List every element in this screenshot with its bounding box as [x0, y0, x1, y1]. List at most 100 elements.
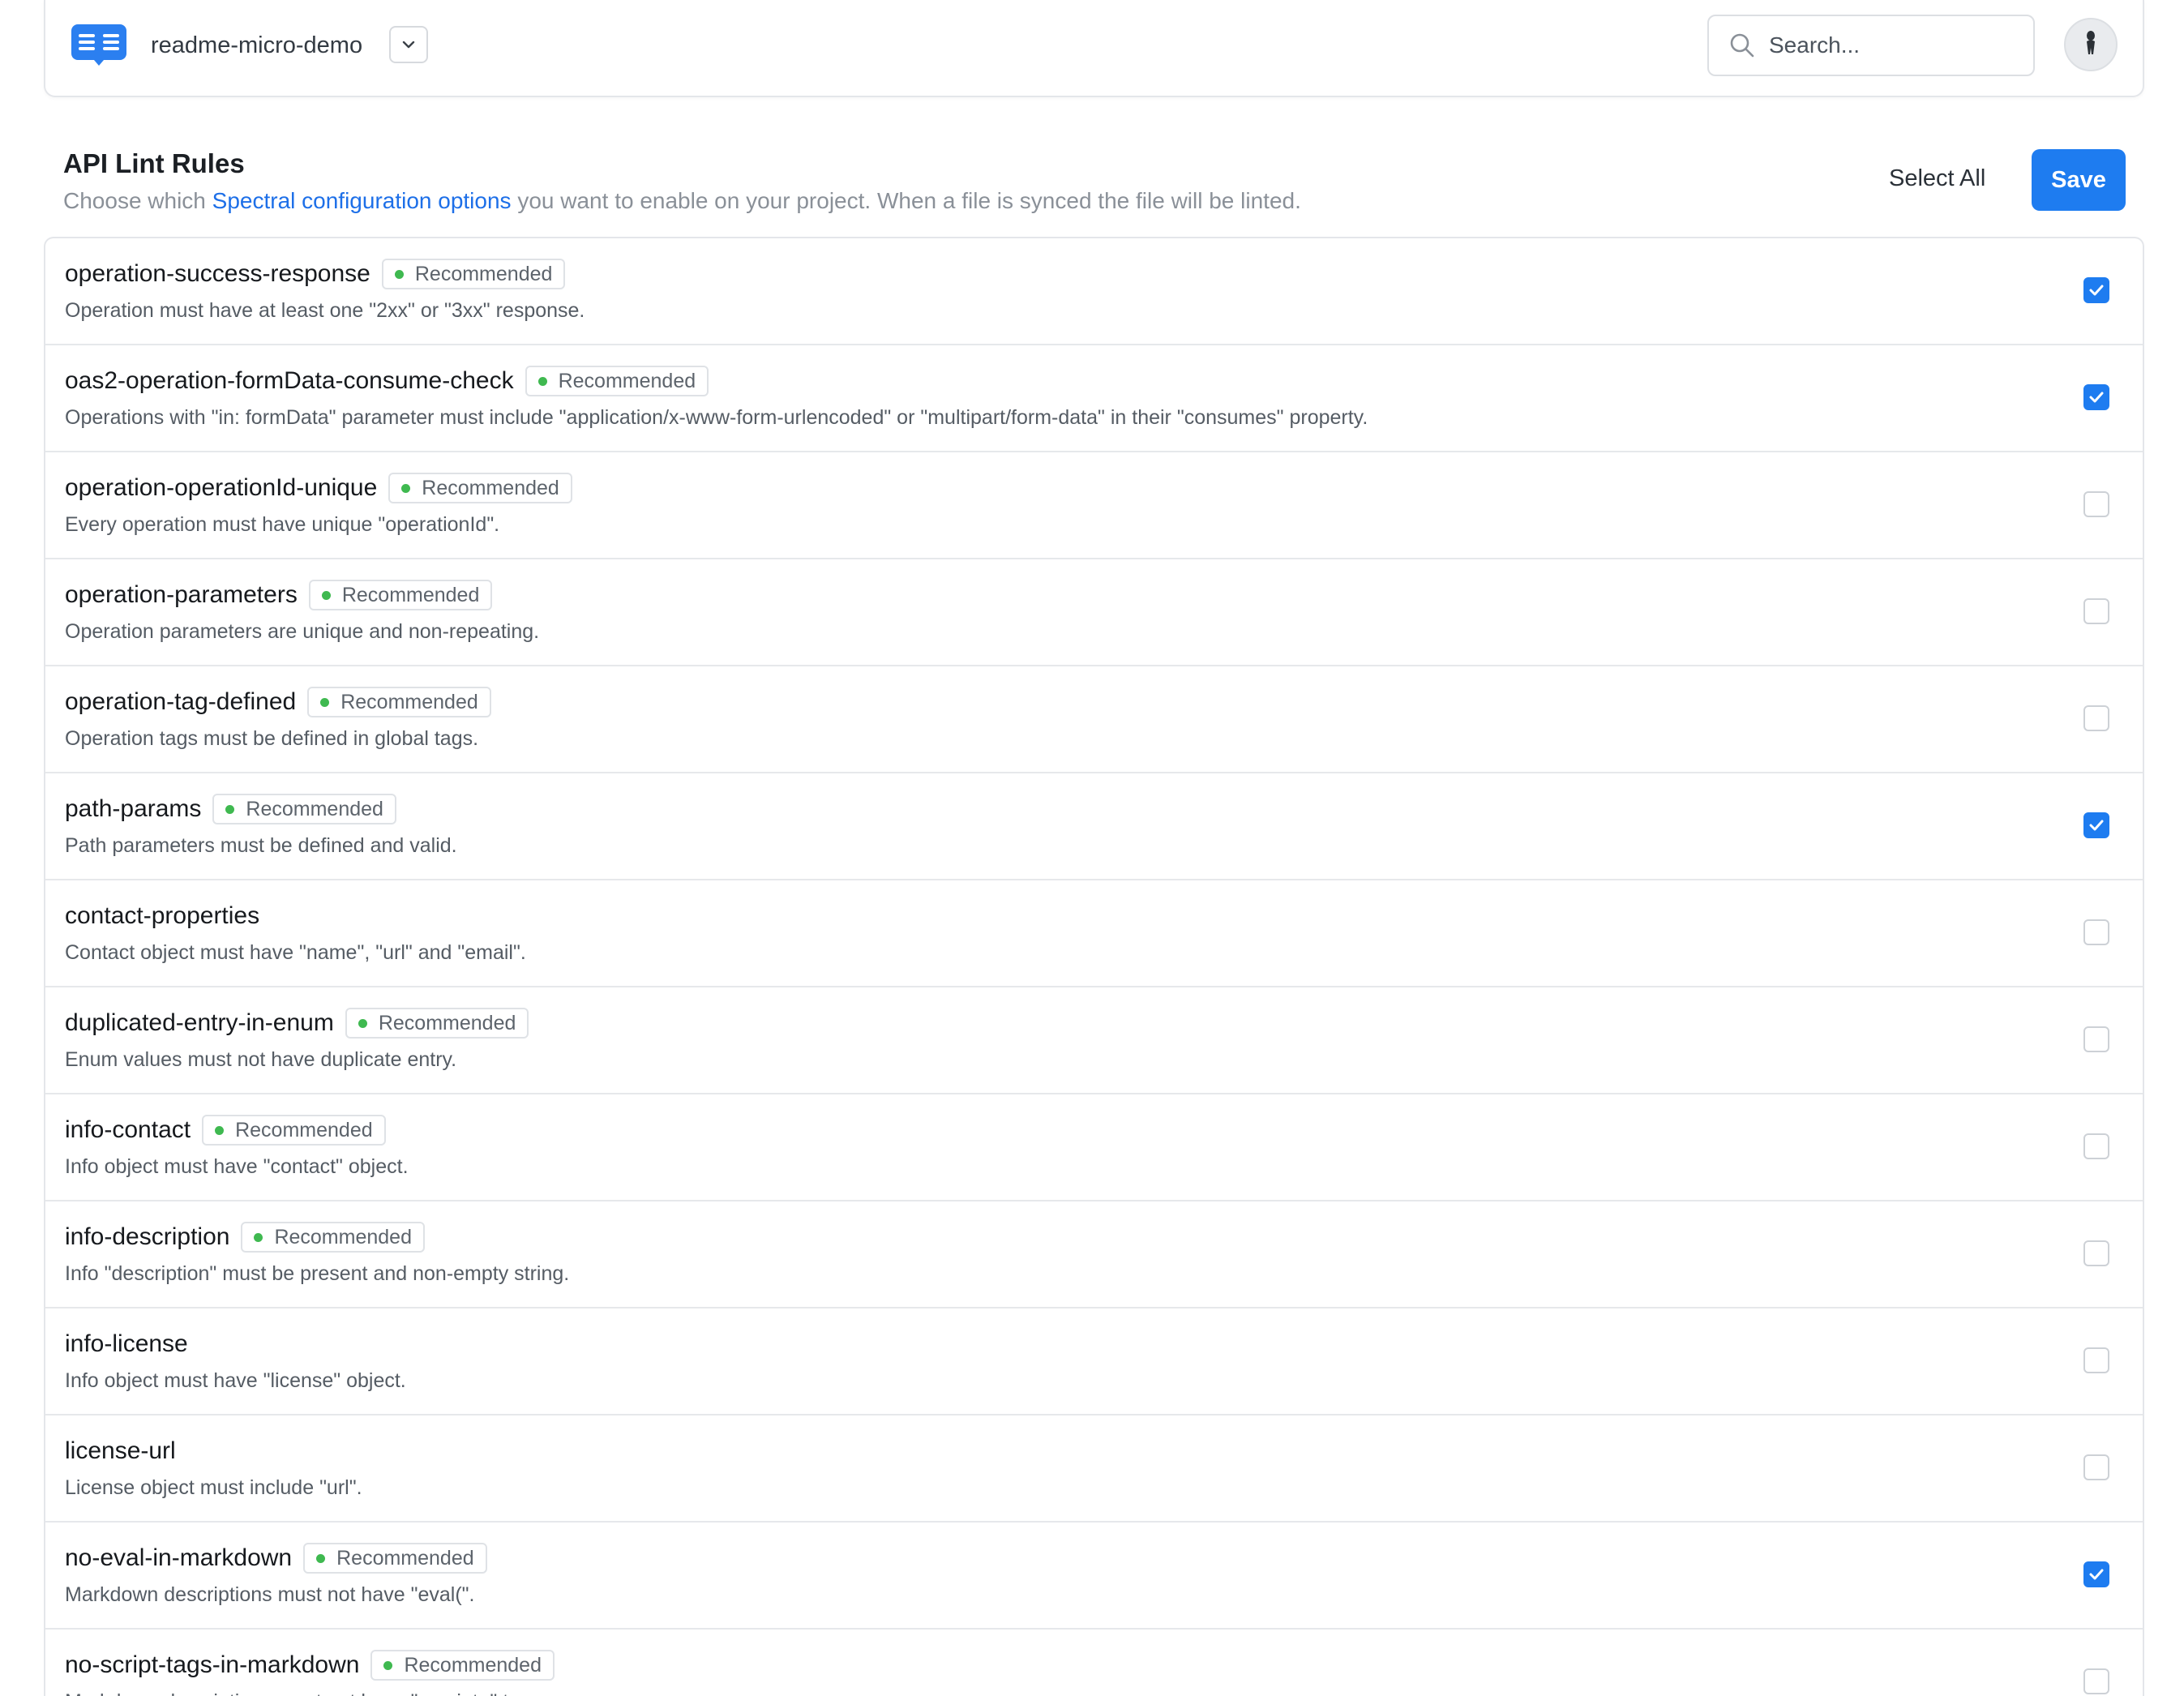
rule-description: Operations with "in: formData" parameter…: [65, 406, 1368, 429]
rule-row: duplicated-entry-in-enum Recommended Enu…: [45, 987, 2143, 1094]
rule-name: operation-success-response: [65, 260, 370, 287]
checkmark-icon: [2089, 1569, 2104, 1580]
rule-header: operation-tag-defined Recommended: [65, 686, 491, 718]
rule-header: license-url: [65, 1435, 176, 1467]
badge-label: Recommended: [404, 1653, 542, 1677]
save-button[interactable]: Save: [2032, 149, 2126, 211]
recommended-badge: Recommended: [307, 687, 491, 717]
user-avatar[interactable]: [2064, 18, 2118, 71]
rule-description: Operation must have at least one "2xx" o…: [65, 299, 585, 322]
rule-header: contact-properties: [65, 900, 259, 932]
top-header: readme-micro-demo: [44, 0, 2144, 97]
status-dot-icon: [394, 269, 404, 279]
rule-checkbox[interactable]: [2083, 1668, 2109, 1694]
rule-description: Every operation must have unique "operat…: [65, 513, 500, 536]
spectral-config-link[interactable]: Spectral configuration options: [212, 188, 512, 213]
rule-checkbox[interactable]: [2083, 598, 2109, 624]
rule-header: duplicated-entry-in-enum Recommended: [65, 1007, 529, 1039]
rule-header: info-license: [65, 1328, 188, 1360]
rule-header: operation-success-response Recommended: [65, 258, 566, 290]
search-box[interactable]: [1707, 15, 2035, 76]
checkmark-icon: [2089, 392, 2104, 403]
rule-checkbox[interactable]: [2083, 1133, 2109, 1159]
rule-checkbox[interactable]: [2083, 384, 2109, 410]
badge-label: Recommended: [235, 1118, 373, 1141]
rule-row: operation-parameters Recommended Operati…: [45, 559, 2143, 666]
recommended-badge: Recommended: [388, 473, 572, 503]
rule-name: info-contact: [65, 1116, 191, 1143]
rule-description: Enum values must not have duplicate entr…: [65, 1048, 457, 1071]
rule-header: oas2-operation-formData-consume-check Re…: [65, 365, 709, 397]
rule-row: no-eval-in-markdown Recommended Markdown…: [45, 1523, 2143, 1630]
rule-header: operation-parameters Recommended: [65, 579, 493, 611]
checkmark-icon: [2089, 285, 2104, 296]
readme-logo-icon[interactable]: [71, 24, 126, 66]
rule-description: License object must include "url".: [65, 1476, 362, 1499]
project-switcher-button[interactable]: [389, 26, 428, 63]
recommended-badge: Recommended: [525, 366, 709, 396]
rule-row: no-script-tags-in-markdown Recommended M…: [45, 1630, 2143, 1696]
rule-checkbox[interactable]: [2083, 1026, 2109, 1052]
project-name[interactable]: readme-micro-demo: [151, 29, 362, 62]
rule-header: info-contact Recommended: [65, 1114, 386, 1146]
description-prefix: Choose which: [63, 188, 212, 213]
rules-list: operation-success-response Recommended O…: [44, 237, 2144, 1696]
badge-label: Recommended: [274, 1225, 412, 1248]
rule-checkbox[interactable]: [2083, 1454, 2109, 1480]
rule-checkbox[interactable]: [2083, 1347, 2109, 1373]
rule-checkbox[interactable]: [2083, 491, 2109, 517]
status-dot-icon: [320, 697, 330, 707]
rule-header: no-eval-in-markdown Recommended: [65, 1542, 487, 1574]
recommended-badge: Recommended: [212, 794, 396, 824]
rule-row: oas2-operation-formData-consume-check Re…: [45, 345, 2143, 452]
status-dot-icon: [215, 1125, 225, 1135]
rule-name: operation-parameters: [65, 581, 298, 608]
status-dot-icon: [401, 483, 411, 493]
rule-row: info-description Recommended Info "descr…: [45, 1201, 2143, 1308]
rule-row: operation-operationId-unique Recommended…: [45, 452, 2143, 559]
section-description: Choose which Spectral configuration opti…: [63, 186, 1301, 216]
badge-label: Recommended: [336, 1546, 474, 1570]
rule-name: duplicated-entry-in-enum: [65, 1009, 334, 1036]
rule-description: Markdown descriptions must not have "eva…: [65, 1583, 475, 1606]
description-suffix: you want to enable on your project. When…: [511, 188, 1301, 213]
recommended-badge: Recommended: [345, 1008, 529, 1039]
rule-description: Operation tags must be defined in global…: [65, 727, 479, 750]
rule-description: Markdown descriptions must not have "<sc…: [65, 1688, 546, 1696]
rule-row: path-params Recommended Path parameters …: [45, 773, 2143, 880]
recommended-badge: Recommended: [303, 1543, 487, 1574]
rule-checkbox[interactable]: [2083, 1240, 2109, 1266]
badge-label: Recommended: [340, 690, 478, 713]
checkmark-icon: [2089, 820, 2104, 831]
rule-row: operation-tag-defined Recommended Operat…: [45, 666, 2143, 773]
rule-name: path-params: [65, 795, 202, 822]
recommended-badge: Recommended: [308, 580, 493, 610]
rule-name: oas2-operation-formData-consume-check: [65, 367, 514, 394]
recommended-badge: Recommended: [202, 1115, 386, 1146]
rule-checkbox[interactable]: [2083, 919, 2109, 945]
rule-description: Path parameters must be defined and vali…: [65, 834, 457, 857]
rule-header: operation-operationId-unique Recommended: [65, 472, 572, 504]
rule-name: operation-tag-defined: [65, 688, 297, 715]
rule-row: contact-properties Contact object must h…: [45, 880, 2143, 987]
rule-checkbox[interactable]: [2083, 705, 2109, 731]
search-input[interactable]: [1767, 32, 2011, 59]
rule-header: info-description Recommended: [65, 1221, 425, 1253]
select-all-button[interactable]: Select All: [1889, 162, 1985, 195]
status-dot-icon: [383, 1660, 393, 1670]
rule-name: operation-operationId-unique: [65, 474, 378, 501]
rule-checkbox[interactable]: [2083, 812, 2109, 838]
rule-checkbox[interactable]: [2083, 1561, 2109, 1587]
rule-description: Info object must have "license" object.: [65, 1369, 406, 1392]
page-title: API Lint Rules: [63, 148, 245, 178]
badge-label: Recommended: [341, 583, 480, 606]
rule-name: no-eval-in-markdown: [65, 1544, 293, 1571]
status-dot-icon: [358, 1018, 367, 1028]
rule-checkbox[interactable]: [2083, 277, 2109, 303]
badge-label: Recommended: [378, 1011, 516, 1034]
badge-label: Recommended: [246, 797, 383, 820]
search-icon: [1730, 33, 1754, 58]
chevron-down-icon: [402, 41, 415, 49]
rule-description: Contact object must have "name", "url" a…: [65, 941, 526, 964]
status-dot-icon: [321, 590, 331, 600]
